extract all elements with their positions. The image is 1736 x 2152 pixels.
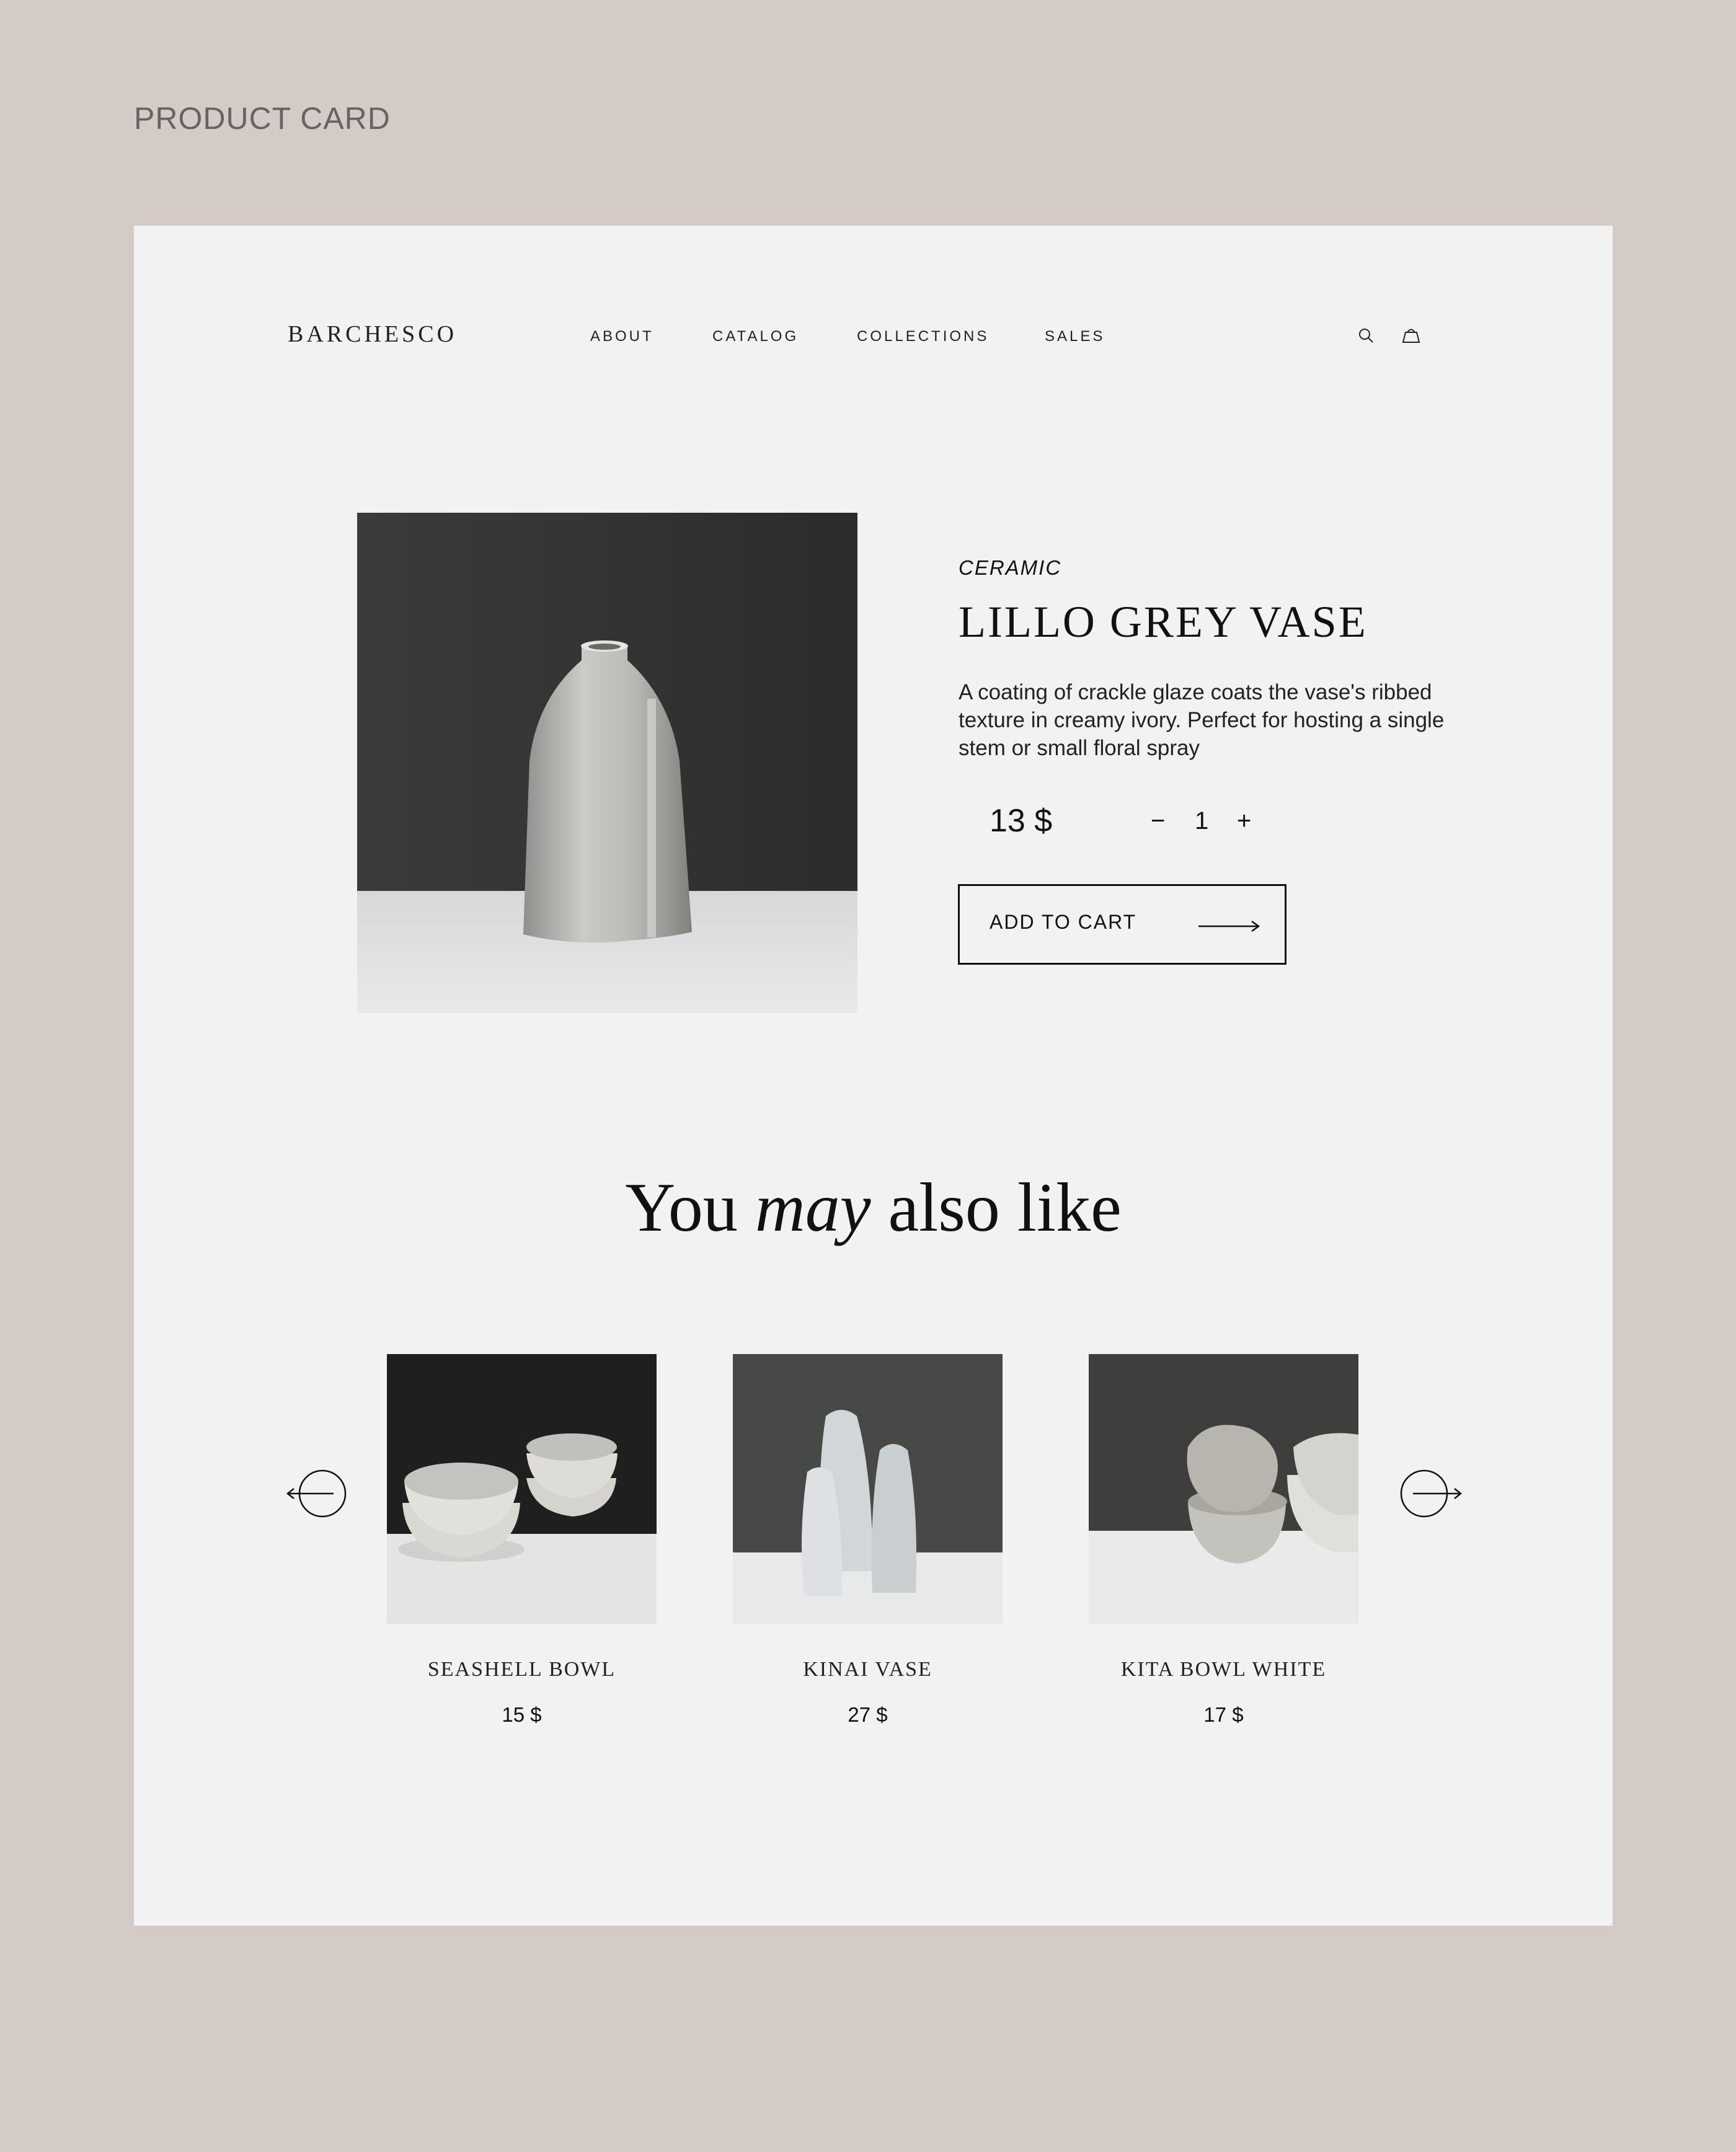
related-product-image[interactable] xyxy=(1089,1354,1358,1624)
nav-item-catalog[interactable]: CATALOG xyxy=(712,328,799,345)
carousel-next-button[interactable] xyxy=(1396,1466,1464,1521)
product-title: LILLO GREY VASE xyxy=(959,597,1368,647)
add-to-cart-label: ADD TO CART xyxy=(990,911,1137,933)
search-icon[interactable] xyxy=(1355,325,1378,347)
add-to-cart-button[interactable]: ADD TO CART xyxy=(958,884,1286,965)
related-product-image[interactable] xyxy=(387,1354,657,1624)
nav-item-collections[interactable]: COLLECTIONS xyxy=(857,328,989,345)
related-heading-em: may xyxy=(755,1169,871,1246)
carousel-prev-button[interactable] xyxy=(285,1466,353,1521)
related-product-image[interactable] xyxy=(733,1354,1003,1624)
quantity-value[interactable]: 1 xyxy=(1195,805,1208,836)
quantity-increase-button[interactable]: + xyxy=(1237,805,1251,836)
related-product-price: 17 $ xyxy=(1203,1703,1244,1726)
nav-item-sales[interactable]: SALES xyxy=(1045,328,1105,345)
related-product-name[interactable]: KINAI VASE xyxy=(733,1658,1003,1681)
quantity-stepper: − 1 + xyxy=(1151,805,1275,836)
nav-item-about[interactable]: ABOUT xyxy=(590,328,654,345)
arrow-right-icon xyxy=(1198,920,1260,932)
product-image xyxy=(357,513,857,1013)
related-product-price: 15 $ xyxy=(502,1703,542,1726)
related-product-price: 27 $ xyxy=(848,1703,888,1726)
related-heading-pre: You xyxy=(625,1169,755,1246)
quantity-decrease-button[interactable]: − xyxy=(1151,805,1165,836)
product-card: BARCHESCO ABOUT CATALOG COLLECTIONS SALE… xyxy=(134,226,1613,1926)
arrow-left-circle-icon xyxy=(286,1469,347,1518)
product-price: 13 $ xyxy=(990,803,1053,839)
arrow-right-circle-icon xyxy=(1400,1469,1463,1518)
main-nav: ABOUT CATALOG COLLECTIONS SALES xyxy=(134,328,1613,353)
related-product-name[interactable]: KITA BOWL WHITE xyxy=(1089,1658,1358,1681)
page-label: PRODUCT CARD xyxy=(134,101,391,136)
cart-icon[interactable] xyxy=(1400,325,1422,347)
related-heading: You may also like xyxy=(134,1168,1613,1248)
product-category: CERAMIC xyxy=(959,556,1062,579)
product-description: A coating of crackle glaze coats the vas… xyxy=(959,680,1445,760)
related-product-name[interactable]: SEASHELL BOWL xyxy=(387,1658,657,1681)
related-heading-post: also like xyxy=(870,1169,1122,1246)
